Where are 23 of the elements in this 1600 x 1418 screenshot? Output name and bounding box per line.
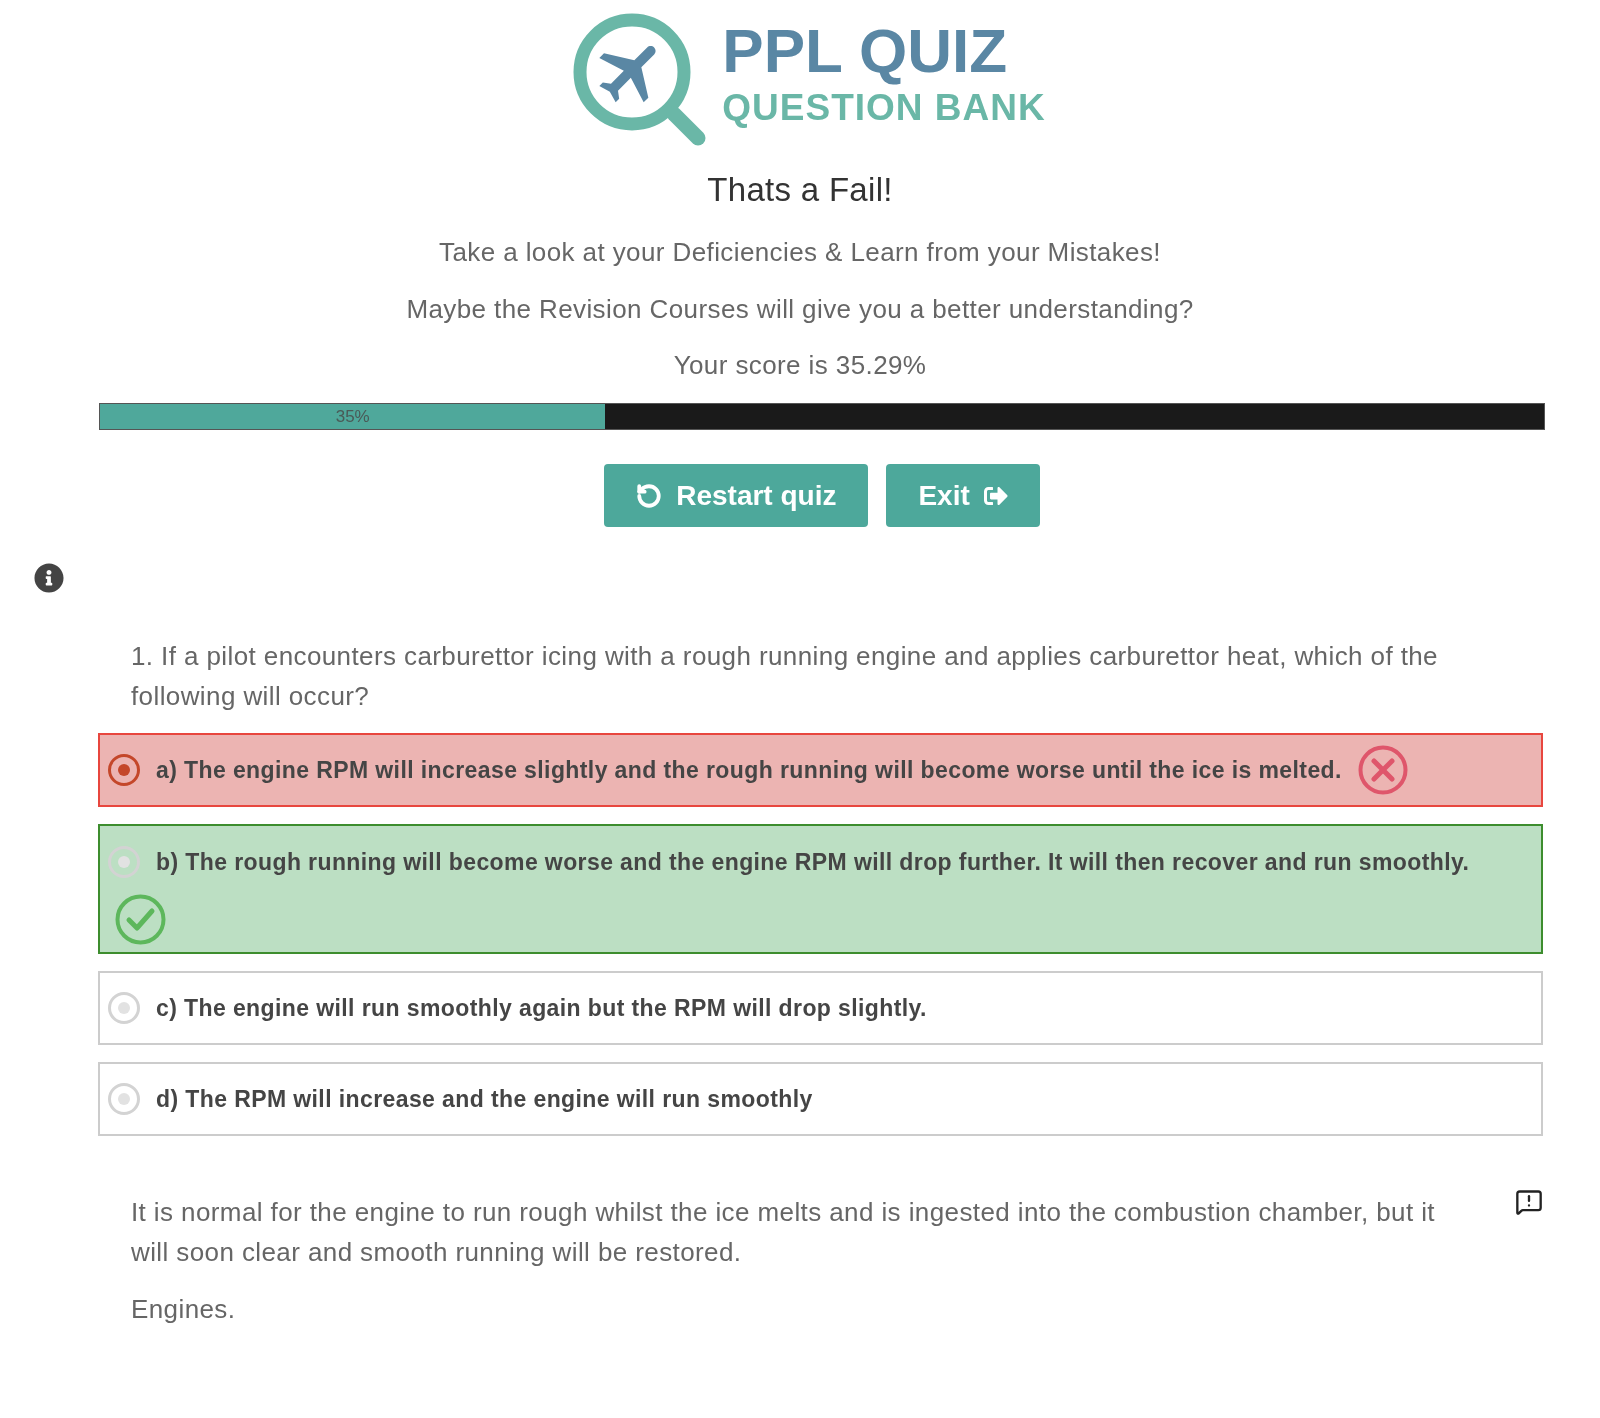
rotate-arrow-icon xyxy=(636,482,663,509)
info-icon[interactable] xyxy=(34,563,64,593)
answer-label: b) The rough running will become worse and the engine RPM will drop further. It will then recover and run smoothly. xyxy=(156,848,1470,877)
answer-label: a) The engine RPM will increase slightly and the rough running will become worse until the ice is melted. xyxy=(156,756,1342,785)
progress-label: 35% xyxy=(335,406,370,427)
cross-circle-icon xyxy=(1357,745,1408,795)
answer-label: d) The RPM will increase and the engine will run smoothly xyxy=(156,1085,813,1114)
speech-bubble-alert-icon[interactable] xyxy=(1515,1188,1543,1216)
logo-subtitle: QUESTION BANK xyxy=(722,88,1046,128)
question-text: 1. If a pilot encounters carburettor icing with a rough running engine and applies carburettor heat, which of the following will occur? xyxy=(130,640,1439,713)
answer-option[interactable]: a) The engine RPM will increase slightly and the rough running will become worse until the ice is melted. xyxy=(98,733,1543,807)
explanation-text: Engines. xyxy=(131,1293,237,1326)
result-message: Take a look at your Deficiencies & Learn from your Mistakes! xyxy=(439,236,1161,268)
radio-button[interactable] xyxy=(108,754,140,786)
answer-option[interactable]: b) The rough running will become worse and the engine RPM will drop further. It will then recover and run smoothly. xyxy=(98,824,1543,954)
score-text: Your score is 35.29% xyxy=(673,349,927,381)
result-message: Maybe the Revision Courses will give you a better understanding? xyxy=(406,293,1194,325)
check-circle-icon xyxy=(115,894,166,945)
answer-option[interactable]: d) The RPM will increase and the engine will run smoothly xyxy=(98,1062,1543,1136)
answer-option[interactable]: c) The engine will run smoothly again but the RPM will drop slightly. xyxy=(98,971,1543,1045)
explanation-text: It is normal for the engine to run rough whilst the ice melts and is ingested into the combustion chamber, but it will soon clear and smooth running will be restored. xyxy=(131,1196,1436,1269)
answer-label: c) The engine will run smoothly again but the RPM will drop slightly. xyxy=(156,994,927,1023)
result-heading: Thats a Fail! xyxy=(707,170,893,210)
